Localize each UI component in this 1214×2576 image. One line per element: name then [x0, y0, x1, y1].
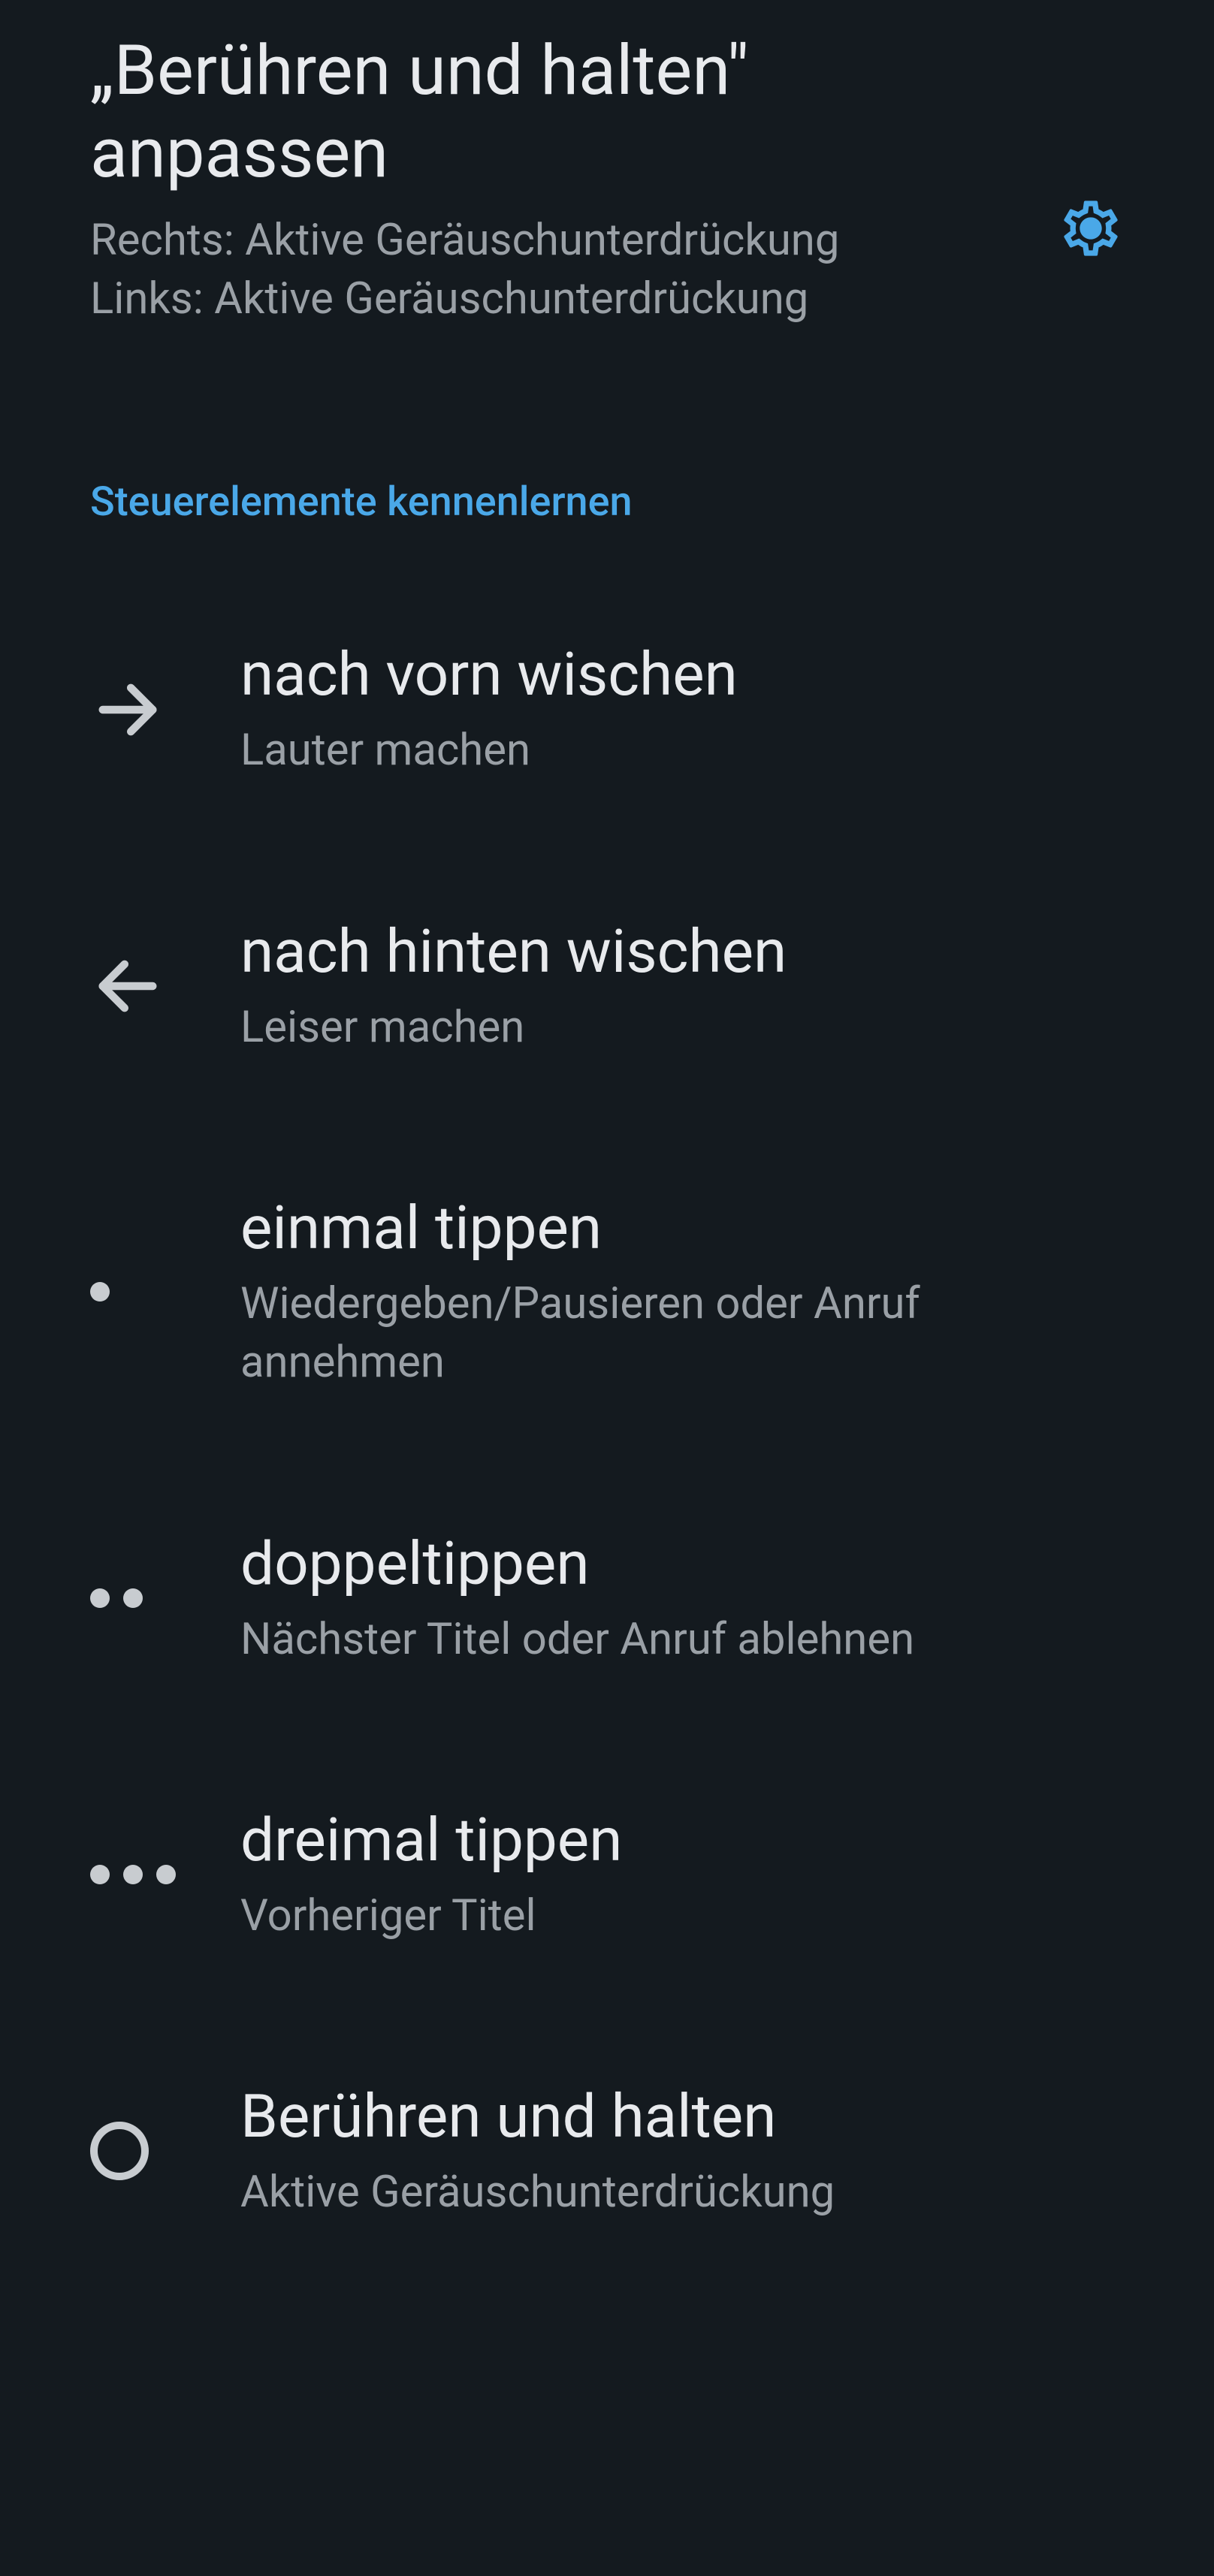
gesture-title: doppeltippen: [240, 1528, 1124, 1600]
gesture-swipe-forward[interactable]: nach vorn wischen Lauter machen: [90, 571, 1124, 847]
arrow-left-icon: [90, 949, 240, 1024]
gesture-desc: Vorheriger Titel: [240, 1887, 1124, 1945]
triple-dot-icon: [90, 1865, 240, 1884]
gesture-desc: Aktive Geräuschunterdrückung: [240, 2163, 1124, 2222]
gesture-desc: Wiedergeben/Pausieren oder Anruf annehme…: [240, 1274, 1124, 1392]
gesture-desc: Nächster Titel oder Anruf ablehnen: [240, 1610, 1124, 1669]
section-header-controls: Steuerelemente kennenlernen: [0, 358, 1214, 571]
gesture-swipe-backward[interactable]: nach hinten wischen Leiser machen: [90, 848, 1124, 1124]
header-row: „Berühren und halten" anpassen Rechts: A…: [0, 0, 1214, 358]
gesture-title: nach hinten wischen: [240, 915, 1124, 988]
gesture-touch-hold[interactable]: Berühren und halten Aktive Geräuschunter…: [90, 2013, 1124, 2289]
gesture-desc: Leiser machen: [240, 998, 1124, 1057]
gesture-title: einmal tippen: [240, 1192, 1124, 1264]
double-dot-icon: [90, 1588, 240, 1608]
touch-hold-customize[interactable]: „Berühren und halten" anpassen Rechts: A…: [90, 30, 1028, 328]
circle-outline-icon: [90, 2122, 240, 2180]
gear-icon: [1058, 195, 1124, 261]
gesture-triple-tap[interactable]: dreimal tippen Vorheriger Titel: [90, 1736, 1124, 2013]
arrow-right-icon: [90, 672, 240, 747]
gesture-title: nach vorn wischen: [240, 638, 1124, 710]
gesture-title: dreimal tippen: [240, 1804, 1124, 1876]
gesture-double-tap[interactable]: doppeltippen Nächster Titel oder Anruf a…: [90, 1460, 1124, 1736]
gesture-single-tap[interactable]: einmal tippen Wiedergeben/Pausieren oder…: [90, 1124, 1124, 1460]
header-subtitle: Rechts: Aktive Geräuschunterdrückung Lin…: [90, 211, 1028, 329]
single-dot-icon: [90, 1282, 240, 1302]
gesture-list: nach vorn wischen Lauter machen nach hin…: [0, 571, 1214, 2289]
header-title: „Berühren und halten" anpassen: [90, 30, 1028, 196]
gesture-desc: Lauter machen: [240, 721, 1124, 780]
gesture-title: Berühren und halten: [240, 2080, 1124, 2152]
settings-button[interactable]: [1058, 195, 1124, 264]
